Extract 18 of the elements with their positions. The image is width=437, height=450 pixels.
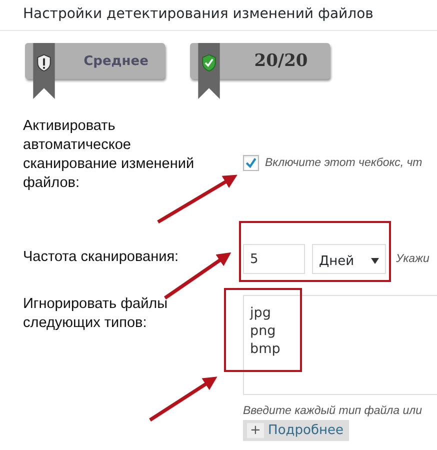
checkbox-description: Включите этот чекбокс, чт [265, 157, 422, 169]
textarea-hint: Введите каждый тип файла или [243, 405, 424, 417]
more-button[interactable]: + Подробнее [243, 420, 350, 441]
setting-label: Игнорировать файлы следующих типов: [23, 295, 169, 333]
ribbon-shield-icon [32, 43, 56, 99]
setting-label: Частота сканирования: [23, 248, 179, 266]
unit-dropdown[interactable]: Дней [312, 244, 386, 274]
number-input[interactable]: 5 [243, 244, 305, 274]
checkbox[interactable] [243, 155, 259, 171]
dropdown-arrow-icon [371, 258, 379, 264]
interval-description: Укажи [396, 253, 430, 265]
badge-label: 20/20 [253, 51, 309, 71]
ribbon-shield-icon [197, 43, 221, 99]
badge-label: Среднее [82, 54, 150, 68]
annotation-arrow [149, 376, 218, 422]
section-title: Настройки детектирования изменений файлов [0, 0, 437, 31]
setting-label: Активировать автоматическое сканирование изменений файлов: [23, 117, 196, 193]
file-types-textarea[interactable]: jpg png bmp [243, 295, 437, 395]
